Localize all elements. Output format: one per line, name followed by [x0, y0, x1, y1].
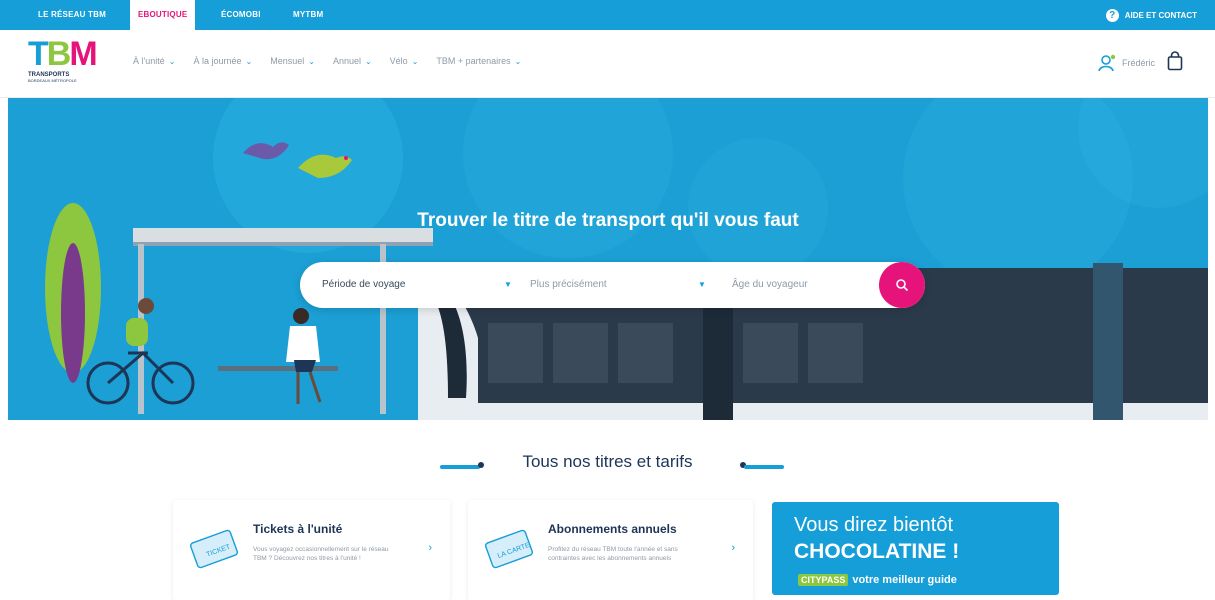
help-contact-link[interactable]: ? AIDE ET CONTACT	[1105, 0, 1197, 30]
age-field[interactable]: Âge du voyageur	[732, 262, 872, 308]
card-abonnements-annuels[interactable]: LA CARTE Abonnements annuels Profitez du…	[468, 500, 753, 600]
chevron-down-icon: ⌄	[245, 56, 253, 66]
user-name: Frédéric	[1121, 58, 1155, 68]
period-select[interactable]: Période de voyage ▼	[322, 262, 522, 308]
search-bar: Période de voyage ▼ Plus précisément ▼ Â…	[300, 262, 925, 308]
logo-letters: TBM	[28, 35, 98, 73]
title-decoration-right	[744, 465, 784, 469]
nav-mensuel[interactable]: Mensuel ⌄	[270, 56, 315, 66]
main-nav: À l'unité ⌄ À la journée ⌄ Mensuel ⌄ Annuel…	[133, 56, 521, 66]
chevron-down-icon: ⌄	[514, 56, 522, 66]
nav-velo[interactable]: Vélo ⌄	[390, 56, 419, 66]
chevron-down-icon: ⌄	[168, 56, 176, 66]
help-icon: ?	[1105, 8, 1119, 22]
user-icon	[1098, 54, 1116, 72]
tab-ecomobi[interactable]: ÉCOMOBI	[221, 0, 261, 30]
dropdown-arrow-icon: ▼	[698, 280, 706, 289]
citypass-badge: CITYPASS	[798, 574, 849, 586]
nav-a-l-unite[interactable]: À l'unité ⌄	[133, 56, 175, 66]
nav-a-la-journee[interactable]: À la journée ⌄	[193, 56, 252, 66]
chevron-down-icon: ⌄	[308, 56, 315, 66]
search-icon	[896, 279, 909, 292]
promo-citypass-banner[interactable]: Vous direz bientôt CHOCOLATINE ! CITYPAS…	[772, 502, 1059, 595]
chevron-right-icon: ›	[428, 542, 432, 554]
top-bar: LE RÉSEAU TBM EBOUTIQUE ÉCOMOBI MYTBM ? …	[0, 0, 1215, 30]
hero-illustration	[8, 98, 1208, 420]
chevron-right-icon: ›	[731, 542, 735, 554]
card-pass-icon: LA CARTE	[484, 529, 534, 569]
tbm-logo[interactable]: TBM TRANSPORTS BORDEAUX MÉTROPOLE	[28, 35, 108, 93]
promo-line-2: CHOCOLATINE !	[794, 540, 960, 563]
card-description: Profitez du réseau TBM toute l'année et …	[548, 546, 678, 562]
promo-line-3: CITYPASS votre meilleur guide	[798, 574, 957, 586]
hero-banner: Trouver le titre de transport qu'il vous…	[8, 98, 1208, 420]
promo-line-1: Vous direz bientôt	[794, 514, 953, 536]
shopping-bag-icon[interactable]	[1167, 51, 1183, 71]
chevron-down-icon: ⌄	[411, 56, 419, 66]
help-label: AIDE ET CONTACT	[1124, 10, 1197, 20]
search-button[interactable]	[879, 262, 925, 308]
tab-eboutique[interactable]: EBOUTIQUE	[130, 0, 196, 30]
tab-mytbm[interactable]: MYTBM	[293, 0, 323, 30]
ticket-icon: TICKET	[189, 529, 239, 569]
card-description: Vous voyagez occasionnellement sur le ré…	[253, 546, 389, 562]
dropdown-arrow-icon: ▼	[504, 280, 512, 289]
card-tickets-unite[interactable]: TICKET Tickets à l'unité Vous voyagez oc…	[173, 500, 450, 600]
card-title: Tickets à l'unité	[253, 522, 343, 536]
precision-select[interactable]: Plus précisément ▼	[530, 262, 725, 308]
chevron-down-icon: ⌄	[364, 56, 372, 66]
card-title: Abonnements annuels	[548, 522, 677, 536]
hero-title: Trouver le titre de transport qu'il vous…	[417, 210, 799, 231]
logo-subtitle-2: BORDEAUX MÉTROPOLE	[28, 78, 77, 83]
header: TBM TRANSPORTS BORDEAUX MÉTROPOLE À l'un…	[0, 30, 1215, 98]
nav-annuel[interactable]: Annuel ⌄	[333, 56, 372, 66]
user-account[interactable]: Frédéric	[1098, 54, 1155, 72]
nav-tbm-partenaires[interactable]: TBM + partenaires ⌄	[436, 56, 521, 66]
section-title: Tous nos titres et tarifs	[522, 452, 693, 471]
tab-le-reseau-tbm[interactable]: LE RÉSEAU TBM	[38, 0, 106, 30]
